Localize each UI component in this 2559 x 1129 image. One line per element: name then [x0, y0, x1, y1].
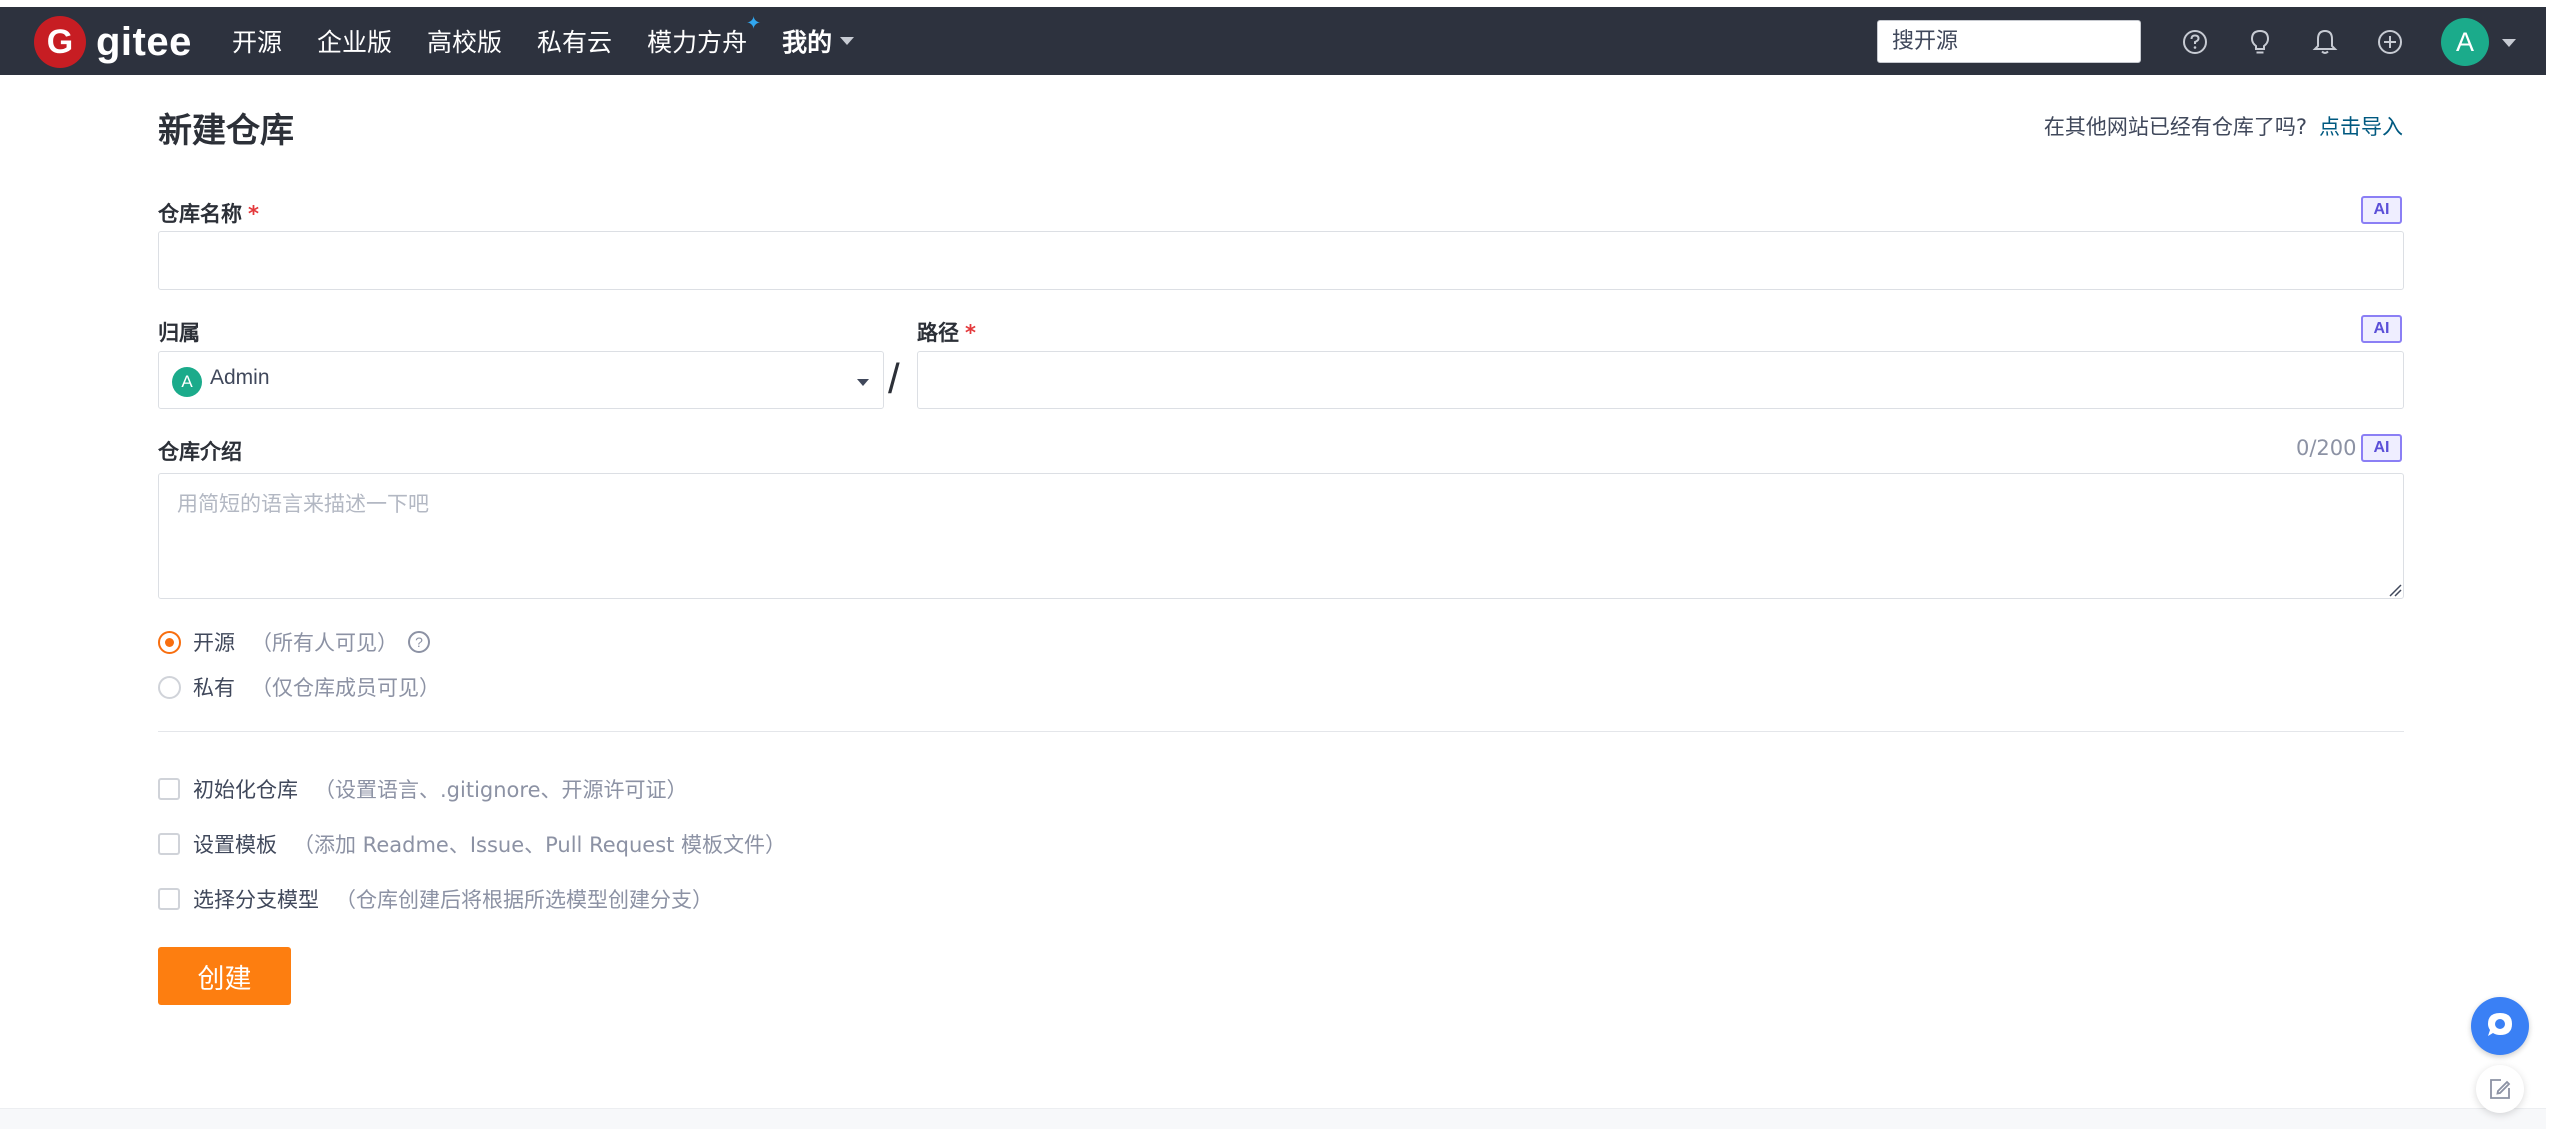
option-branch-model[interactable]: 选择分支模型 （仓库创建后将根据所选模型创建分支）	[158, 884, 713, 914]
visibility-public-label: 开源	[193, 631, 235, 655]
ai-assist-button-intro[interactable]: AI	[2361, 434, 2402, 462]
repo-name-input[interactable]	[158, 231, 2404, 290]
nav-link-moli-ark-label: 模力方舟	[647, 28, 748, 57]
search-input[interactable]	[1877, 20, 2141, 63]
nav-link-moli-ark[interactable]: 模力方舟 ✦	[647, 13, 761, 59]
option-set-template-label: 设置模板	[193, 833, 277, 857]
visibility-option-private[interactable]: 私有 （仅仓库成员可见）	[158, 672, 440, 702]
intro-char-counter: 0/200	[2296, 436, 2357, 460]
footer-strip	[0, 1108, 2546, 1129]
window-top-strip	[0, 0, 2559, 7]
question-icon[interactable]: ?	[408, 631, 430, 653]
visibility-option-public[interactable]: 开源 （所有人可见） ?	[158, 627, 430, 657]
section-divider	[158, 731, 2404, 732]
required-mark: *	[248, 202, 259, 226]
chevron-down-icon	[857, 379, 869, 386]
nav-link-private-cloud[interactable]: 私有云	[537, 23, 612, 59]
edit-icon	[2490, 1079, 2511, 1099]
path-label: 路径 *	[917, 317, 976, 347]
help-icon[interactable]	[2180, 27, 2210, 57]
lightbulb-icon[interactable]	[2245, 27, 2275, 57]
intro-label: 仓库介绍	[158, 440, 242, 464]
user-menu-chevron-down-icon[interactable]	[2502, 39, 2516, 47]
option-set-template-hint: （添加 Readme、Issue、Pull Request 模板文件）	[293, 833, 787, 857]
nav-link-mine-label: 我的	[782, 28, 833, 57]
import-link[interactable]: 点击导入	[2319, 115, 2403, 139]
nav-link-enterprise[interactable]: 企业版	[317, 23, 392, 59]
intro-textarea[interactable]	[158, 473, 2404, 599]
nav-link-mine[interactable]: 我的	[782, 23, 855, 59]
visibility-private-hint: （仅仓库成员可见）	[251, 676, 440, 700]
import-hint: 在其他网站已经有仓库了吗? 点击导入	[2044, 111, 2403, 141]
plus-circle-icon[interactable]	[2375, 27, 2405, 57]
gitee-logo-text: gitee	[96, 20, 192, 64]
owner-select[interactable]: A Admin	[158, 351, 884, 409]
option-init-repo-label: 初始化仓库	[193, 778, 298, 802]
owner-name: Admin	[210, 366, 270, 389]
repo-name-label-text: 仓库名称	[158, 202, 242, 226]
chevron-down-icon	[840, 37, 855, 45]
checkbox-set-template[interactable]	[158, 833, 180, 855]
path-separator: /	[888, 355, 900, 402]
bell-icon[interactable]	[2310, 27, 2340, 57]
owner-avatar: A	[172, 367, 202, 397]
import-question: 在其他网站已经有仓库了吗?	[2043, 115, 2307, 139]
checkbox-init-repo[interactable]	[158, 778, 180, 800]
path-label-text: 路径	[917, 321, 959, 345]
path-input[interactable]	[917, 351, 2404, 409]
gitee-logo-icon: G	[34, 16, 86, 68]
owner-label: 归属	[158, 321, 200, 345]
radio-private[interactable]	[158, 675, 181, 699]
top-navbar: G gitee 开源 企业版 高校版 私有云 模力方舟✦ 我的 A	[0, 7, 2546, 75]
page-scrollbar[interactable]	[2546, 7, 2559, 1129]
visibility-private-label: 私有	[193, 676, 235, 700]
page-title: 新建仓库	[158, 111, 294, 151]
checkbox-branch-model[interactable]	[158, 888, 180, 910]
option-init-repo[interactable]: 初始化仓库 （设置语言、.gitignore、开源许可证）	[158, 774, 688, 804]
ai-assist-button-path[interactable]: AI	[2361, 315, 2402, 343]
option-branch-model-hint: （仓库创建后将根据所选模型创建分支）	[335, 888, 713, 912]
nav-link-education[interactable]: 高校版	[427, 23, 502, 59]
resize-grip-icon[interactable]	[2388, 583, 2402, 597]
sparkle-icon: ✦	[745, 13, 762, 34]
repo-name-label: 仓库名称 *	[158, 198, 259, 228]
option-init-repo-hint: （设置语言、.gitignore、开源许可证）	[314, 778, 688, 802]
required-mark: *	[965, 321, 976, 345]
customer-service-button[interactable]	[2471, 997, 2529, 1055]
option-set-template[interactable]: 设置模板 （添加 Readme、Issue、Pull Request 模板文件）	[158, 829, 786, 859]
chat-bubble-icon	[2488, 1013, 2512, 1036]
feedback-edit-button[interactable]	[2476, 1065, 2524, 1113]
create-button[interactable]: 创建	[158, 947, 291, 1005]
gitee-logo[interactable]: G gitee	[34, 16, 192, 68]
nav-links: 开源 企业版 高校版 私有云 模力方舟 ✦ 我的	[232, 7, 889, 75]
nav-link-open-source[interactable]: 开源	[232, 23, 282, 59]
visibility-public-hint: （所有人可见）	[251, 631, 398, 655]
radio-public[interactable]	[158, 630, 181, 654]
option-branch-model-label: 选择分支模型	[193, 888, 319, 912]
ai-assist-button-repo-name[interactable]: AI	[2361, 196, 2402, 224]
user-avatar[interactable]: A	[2441, 18, 2489, 66]
